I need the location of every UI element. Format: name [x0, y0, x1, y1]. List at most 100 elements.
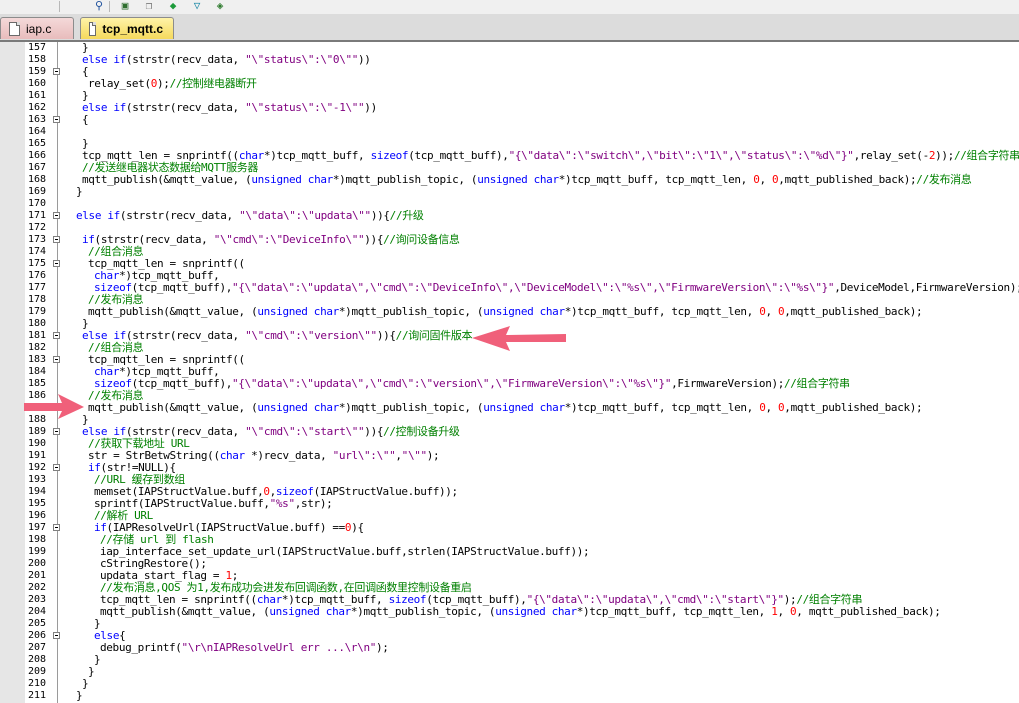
code-line[interactable]: 179 mqtt_publish(&mqtt_value, (unsigned c… [0, 306, 1019, 318]
code-line[interactable]: 187mqtt_publish(&mqtt_value, (unsigned c… [0, 402, 1019, 414]
line-number: 201 [27, 570, 46, 581]
code-line[interactable]: 210} [0, 678, 1019, 690]
code-line[interactable]: 164 [0, 126, 1019, 138]
code-token: } [82, 677, 89, 690]
code-token: unsigned char [251, 173, 333, 186]
line-number: 200 [27, 558, 46, 569]
fold-toggle-icon[interactable] [53, 464, 60, 471]
tab-iap-c[interactable]: iap.c [0, 17, 74, 39]
fold-toggle-icon[interactable] [53, 68, 60, 75]
code-token: ,str); [294, 497, 333, 510]
code-text: sizeof(tcp_mqtt_buff),"{\"data\":\"updat… [94, 378, 850, 390]
line-number: 176 [27, 270, 46, 281]
code-token: (strstr(recv_data, [125, 53, 246, 66]
code-line[interactable]: 211} [0, 690, 1019, 702]
tab-tcp-mqtt-c[interactable]: tcp_mqtt.c [80, 17, 174, 39]
code-token: //组合字符串 [953, 149, 1019, 162]
code-line[interactable]: 169} [0, 186, 1019, 198]
code-text: mqtt_publish(&mqtt_value, (unsigned char… [100, 606, 941, 618]
line-number: 164 [27, 126, 46, 137]
code-token: (strstr(recv_data, [125, 101, 246, 114]
code-line[interactable]: 177 sizeof(tcp_mqtt_buff),"{\"data\":\"up… [0, 282, 1019, 294]
code-token: *)tcp_mqtt_buff, tcp_mqtt_len, [558, 173, 754, 186]
code-token: unsigned char [477, 173, 559, 186]
line-number: 199 [27, 546, 46, 557]
arrow-annotation-icon [472, 326, 566, 351]
line-number: 189 [27, 426, 46, 437]
code-token: ,FirmwareVersion); [671, 377, 785, 390]
code-token: *)tcp_mqtt_buff, tcp_mqtt_len, [564, 305, 760, 318]
code-line[interactable]: 162 else if(strstr(recv_data, "\"status\"… [0, 102, 1019, 114]
line-number: 163 [27, 114, 46, 125]
code-line[interactable]: 173 if(strstr(recv_data, "\"cmd\":\"Devic… [0, 234, 1019, 246]
line-number: 179 [27, 306, 46, 317]
code-token: sizeof [370, 149, 409, 162]
line-number: 157 [27, 42, 46, 53]
code-text: mqtt_publish(&mqtt_value, (unsigned char… [88, 305, 923, 318]
code-text: } [76, 690, 83, 702]
fold-toggle-icon[interactable] [53, 428, 60, 435]
line-number: 159 [27, 66, 46, 77]
code-token: relay_set( [88, 77, 151, 90]
funnel-icon[interactable]: ▽ [190, 0, 204, 12]
code-token: mqtt_publish(&mqtt_value, ( [100, 605, 270, 618]
window-icon[interactable]: ▣ [118, 0, 132, 12]
fold-toggle-icon[interactable] [53, 356, 60, 363]
code-editor[interactable]: 157} 158 else if(strstr(recv_data, "\"stat… [0, 42, 1019, 703]
fold-toggle-icon[interactable] [53, 332, 60, 339]
code-token: (strstr(recv_data, [119, 209, 240, 222]
code-line[interactable]: 208} [0, 654, 1019, 666]
fold-toggle-icon[interactable] [53, 632, 60, 639]
code-token: ); [376, 641, 389, 654]
code-token: "\"" [401, 449, 427, 462]
code-line[interactable]: 207 debug_printf("\r\nIAPResolveUrl err .… [0, 642, 1019, 654]
code-line[interactable]: 204 mqtt_publish(&mqtt_value, (unsigned c… [0, 606, 1019, 618]
line-number: 180 [27, 318, 46, 329]
line-number: 195 [27, 498, 46, 509]
line-number: 193 [27, 474, 46, 485]
code-token: else if [82, 101, 126, 114]
line-number: 211 [27, 690, 46, 701]
code-line[interactable]: 160 relay_set(0);//控制继电器断开 [0, 78, 1019, 90]
copy-window-icon[interactable]: ❐ [142, 0, 156, 12]
code-line[interactable]: 158 else if(strstr(recv_data, "\"status\"… [0, 54, 1019, 66]
code-token: "%s" [269, 497, 295, 510]
tab-bar: iap.c tcp_mqtt.c [0, 14, 1019, 42]
code-token: "{\"data\":\"updata\",\"cmd\":\"DeviceIn… [232, 281, 835, 294]
line-number: 207 [27, 642, 46, 653]
code-token: *)mqtt_publish_topic, ( [338, 401, 484, 414]
code-line[interactable]: 168 mqtt_publish(&mqtt_value, (unsigned c… [0, 174, 1019, 186]
code-token: else if [82, 53, 126, 66]
fold-toggle-icon[interactable] [53, 260, 60, 267]
code-line[interactable]: 209} [0, 666, 1019, 678]
fold-toggle-icon[interactable] [53, 212, 60, 219]
line-number: 166 [27, 150, 46, 161]
toolbar-separator [59, 1, 60, 12]
code-token: *)tcp_mqtt_buff, [263, 149, 371, 162]
code-token: (strstr(recv_data, [125, 329, 246, 342]
line-number: 190 [27, 438, 46, 449]
code-line[interactable]: 171 else if(strstr(recv_data, "\"data\":\… [0, 210, 1019, 222]
code-line[interactable]: 163 { [0, 114, 1019, 126]
code-text: else if(strstr(recv_data, "\"data\":\"up… [76, 210, 424, 222]
code-token: ,DeviceModel,FirmwareVersion); [834, 281, 1019, 294]
flow-diagram-icon[interactable]: ◈ [213, 0, 227, 12]
find-in-files-icon[interactable]: ⚲ [92, 0, 106, 12]
tab-label: tcp_mqtt.c [102, 21, 163, 36]
code-line[interactable]: 185 sizeof(tcp_mqtt_buff),"{\"data\":\"up… [0, 378, 1019, 390]
line-number: 173 [27, 234, 46, 245]
code-token: //控制继电器断开 [169, 77, 257, 90]
code-token: //控制设备升级 [383, 425, 460, 438]
code-token: *)mqtt_publish_topic, ( [332, 173, 478, 186]
code-token: unsigned char [257, 305, 339, 318]
fold-toggle-icon[interactable] [53, 236, 60, 243]
line-number: 178 [27, 294, 46, 305]
code-token: ){ [351, 521, 364, 534]
fold-toggle-icon[interactable] [53, 524, 60, 531]
code-token: else if [76, 209, 120, 222]
fold-toggle-icon[interactable] [53, 116, 60, 123]
code-line[interactable]: 205} [0, 618, 1019, 630]
code-token: //发布消息 [916, 173, 972, 186]
diamond-download-icon[interactable]: ◆ [166, 0, 180, 12]
code-text: } [94, 654, 101, 666]
